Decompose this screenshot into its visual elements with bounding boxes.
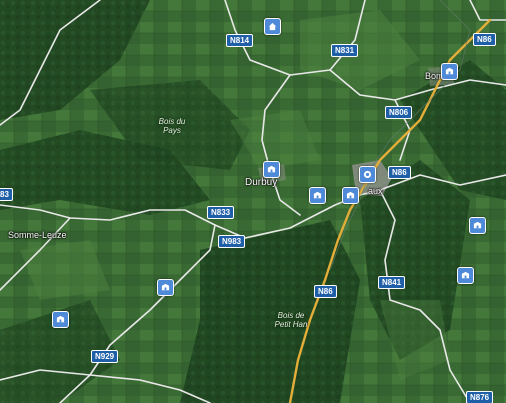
landmark-icon[interactable] <box>441 63 458 80</box>
landmark-icon[interactable] <box>342 187 359 204</box>
road-label-n831: N831 <box>331 44 359 57</box>
road-label-n983: N983 <box>218 235 246 248</box>
home-icon[interactable] <box>264 18 281 35</box>
road-label-edge: 83 <box>0 188 13 201</box>
forest-bois-de-petit-han: Bois de Petit Han <box>267 311 315 329</box>
forest-bois-du-pays-line2: Pays <box>163 126 181 135</box>
location-pin-icon[interactable] <box>359 166 376 183</box>
road-label-n876: N876 <box>466 391 494 403</box>
road-label-n86-top: N86 <box>473 33 496 46</box>
road-label-n806: N806 <box>385 106 413 119</box>
road-label-n86-low: N86 <box>314 285 337 298</box>
road-label-n929: N929 <box>91 350 119 363</box>
place-vaux[interactable]: aux <box>368 186 383 196</box>
forest-bois-de-petit-han-line1: Bois de <box>277 311 305 320</box>
landmark-icon[interactable] <box>263 161 280 178</box>
landmark-icon[interactable] <box>457 267 474 284</box>
terrain-layer <box>0 0 506 403</box>
landmark-icon[interactable] <box>309 187 326 204</box>
map-view[interactable]: N814 N831 N86 N806 N86 N833 N983 N86 N84… <box>0 0 506 403</box>
road-label-n814: N814 <box>226 34 254 47</box>
road-label-n833: N833 <box>207 206 235 219</box>
road-label-n86-mid: N86 <box>388 166 411 179</box>
landmark-icon[interactable] <box>157 279 174 296</box>
forest-bois-du-pays-line1: Bois du <box>158 117 186 126</box>
forest-bois-de-petit-han-line2: Petit Han <box>274 320 308 329</box>
landmark-icon[interactable] <box>469 217 486 234</box>
road-label-n841: N841 <box>378 276 406 289</box>
forest-bois-du-pays: Bois du Pays <box>151 117 193 135</box>
landmark-icon[interactable] <box>52 311 69 328</box>
place-somme-leuze[interactable]: Somme-Leuze <box>8 230 67 240</box>
place-durbuy[interactable]: Durbuy <box>245 177 277 188</box>
